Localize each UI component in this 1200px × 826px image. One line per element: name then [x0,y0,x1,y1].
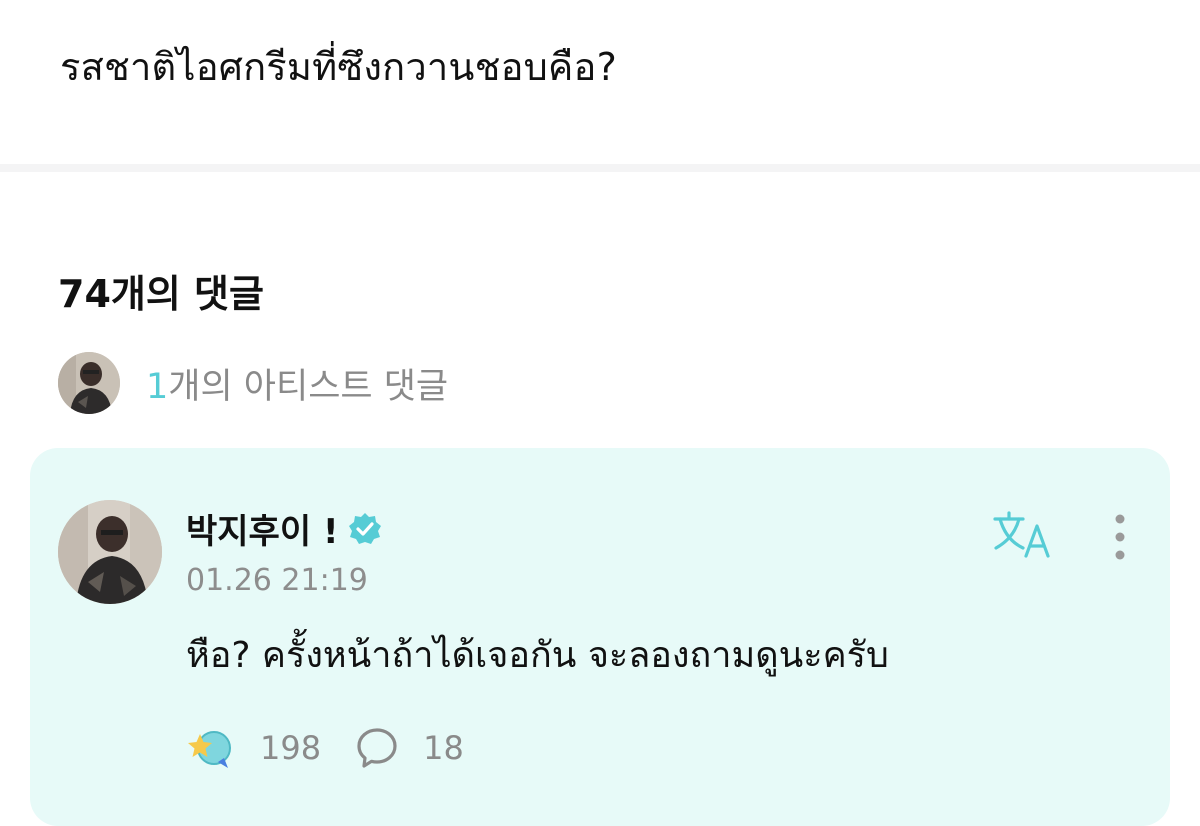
comment-author-avatar[interactable] [58,500,162,604]
speech-bubble-icon [357,728,397,768]
reply-button[interactable]: 18 [355,726,464,770]
reply-count: 18 [423,729,464,767]
section-divider [0,164,1200,172]
post-question: รสชาติไอศกรีมที่ซึงกวานชอบคือ? [60,45,617,89]
artist-comments-count: 1 [146,366,169,407]
like-button[interactable]: 198 [184,722,321,774]
comment-body: หือ? ครั้งหน้าถ้าได้เจอกัน จะลองถามดูนะค… [186,635,889,676]
artist-comments-toggle[interactable]: 1개의 아티스트 댓글 [58,352,448,414]
artist-comment-card: 박지후이 ! 01.26 21:19 หือ? ครั้งหน้าถ้าได้เ… [30,448,1170,826]
comment-actions: 198 18 [184,720,498,776]
artist-comments-label: 1개의 아티스트 댓글 [146,358,448,409]
comment-timestamp: 01.26 21:19 [186,563,368,598]
comment-author-row: 박지후이 ! [186,504,382,553]
more-vertical-icon[interactable] [1110,512,1130,562]
translate-icon[interactable] [992,510,1054,560]
artist-avatar-small [58,352,120,414]
verified-badge-icon [349,512,382,544]
comment-author-name[interactable]: 박지후이 ! [186,504,338,553]
comments-count-title: 74개의 댓글 [58,272,264,316]
artist-comments-text: 개의 아티스트 댓글 [168,366,449,407]
like-count: 198 [260,729,322,767]
star-reaction-icon [188,731,231,768]
